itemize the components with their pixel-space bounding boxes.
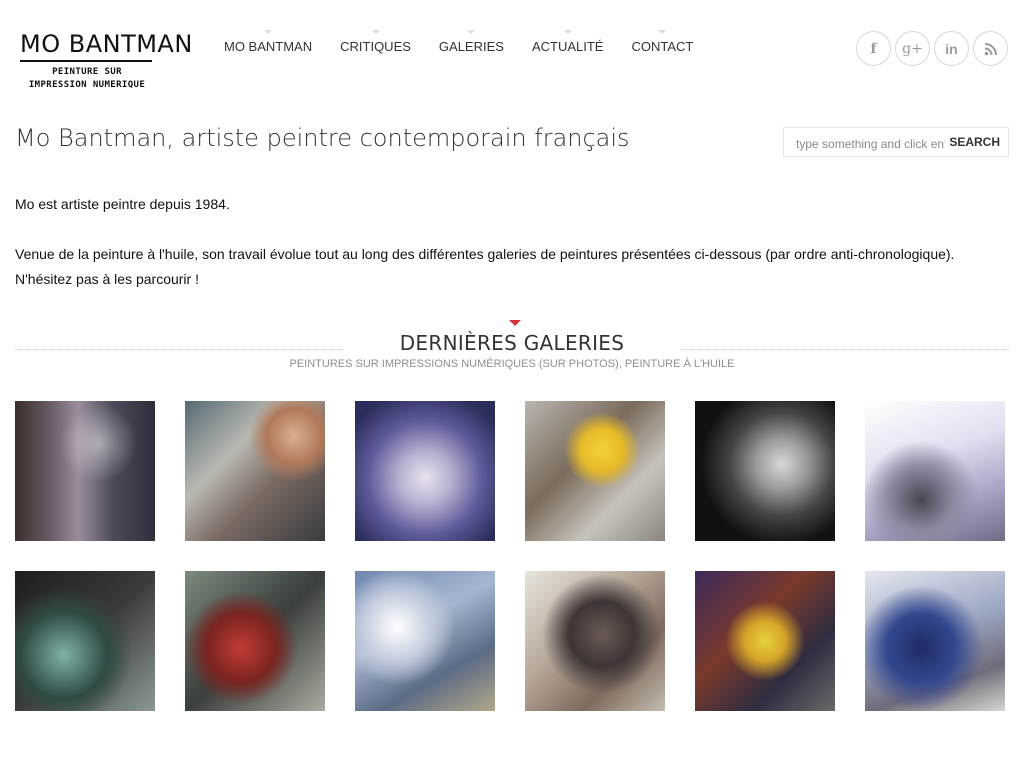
intro-spacer — [15, 217, 1005, 242]
linkedin-glyph: in — [945, 40, 958, 57]
logo-title: MO BANTMAN — [20, 30, 193, 58]
rss-icon[interactable] — [973, 31, 1008, 66]
gallery-thumbnail[interactable] — [865, 401, 1005, 541]
gallery-thumbnail[interactable] — [525, 571, 665, 711]
google-plus-glyph: g+ — [902, 40, 923, 57]
nav-item-galeries[interactable]: GALERIES — [425, 30, 518, 66]
logo-subtitle-line1: PEINTURE SUR — [52, 67, 122, 77]
gallery-thumbnail[interactable] — [355, 571, 495, 711]
gallery-thumbnail[interactable] — [695, 401, 835, 541]
nav-item-critiques[interactable]: CRITIQUES — [326, 30, 425, 66]
page-title: Mo Bantman, artiste peintre contemporain… — [15, 124, 630, 152]
nav-item-actualite[interactable]: ACTUALITÉ — [518, 30, 618, 66]
gallery-thumbnail[interactable] — [185, 401, 325, 541]
search-button[interactable]: SEARCH — [945, 135, 1000, 149]
social-links: f g+ in — [856, 31, 1008, 66]
search-box: SEARCH — [783, 127, 1009, 157]
logo-rule — [20, 60, 152, 62]
gallery-thumbnail[interactable] — [695, 571, 835, 711]
search-input[interactable] — [796, 135, 951, 153]
gallery-thumbnail[interactable] — [355, 401, 495, 541]
section-subtitle: PEINTURES SUR IMPRESSIONS NUMÉRIQUES (SU… — [289, 358, 735, 370]
facebook-icon[interactable]: f — [856, 31, 891, 66]
section-divider-left — [15, 349, 343, 350]
site-header: MO BANTMAN PEINTURE SUR IMPRESSION NUMER… — [0, 0, 1024, 100]
rss-glyph — [984, 42, 997, 55]
linkedin-icon[interactable]: in — [934, 31, 969, 66]
gallery-thumbnail[interactable] — [865, 571, 1005, 711]
section-title: DERNIÈRES GALERIES — [399, 331, 625, 355]
gallery-thumbnail[interactable] — [15, 401, 155, 541]
nav-item-mo-bantman[interactable]: MO BANTMAN — [210, 30, 326, 66]
site-logo[interactable]: MO BANTMAN PEINTURE SUR IMPRESSION NUMER… — [14, 24, 193, 96]
intro-line-2: Venue de la peinture à l'huile, son trav… — [15, 246, 955, 262]
nav-item-contact[interactable]: CONTACT — [617, 30, 707, 66]
gallery-thumbnail[interactable] — [185, 571, 325, 711]
section-divider-right — [681, 349, 1009, 350]
gallery-thumbnail[interactable] — [15, 571, 155, 711]
main-nav: MO BANTMAN CRITIQUES GALERIES ACTUALITÉ … — [210, 30, 707, 66]
logo-subtitle-line2: IMPRESSION NUMERIQUE — [28, 80, 146, 90]
gallery-thumbnail[interactable] — [525, 401, 665, 541]
google-plus-icon[interactable]: g+ — [895, 31, 930, 66]
intro-text: Mo est artiste peintre depuis 1984. Venu… — [15, 192, 1005, 292]
facebook-glyph: f — [870, 40, 877, 57]
section-marker-icon — [509, 320, 521, 326]
intro-line-3: N'hésitez pas à les parcourir ! — [15, 271, 199, 287]
gallery-grid — [15, 401, 1005, 711]
intro-line-1: Mo est artiste peintre depuis 1984. — [15, 196, 230, 212]
